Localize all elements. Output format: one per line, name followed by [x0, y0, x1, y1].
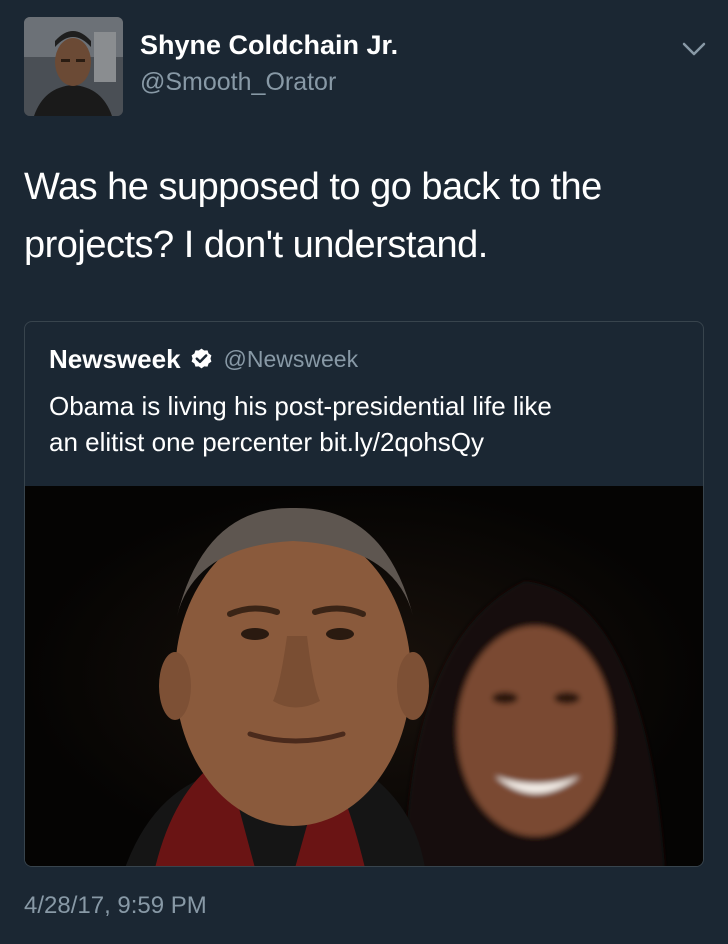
quoted-display-name: Newsweek: [49, 344, 181, 374]
quoted-tweet-text: Obama is living his post-presidential li…: [49, 388, 689, 460]
author-handle[interactable]: @Smooth_Orator: [140, 68, 336, 97]
chevron-down-icon[interactable]: [680, 38, 708, 60]
tweet-text: Was he supposed to go back to the projec…: [24, 158, 684, 274]
quoted-text-line: Obama is living his post-presidential li…: [49, 391, 552, 421]
tweet-text-line: projects? I don't understand.: [24, 224, 488, 266]
verified-badge-icon: [189, 347, 214, 372]
author-avatar[interactable]: [24, 17, 123, 116]
author-display-name[interactable]: Shyne Coldchain Jr.: [140, 30, 398, 61]
tweet-timestamp[interactable]: 4/28/17, 9:59 PM: [24, 892, 207, 920]
quoted-tweet-header: Newsweek @Newsweek: [49, 344, 358, 375]
avatar-photo: [24, 17, 123, 116]
quoted-tweet-card[interactable]: Newsweek @Newsweek Obama is living his p…: [24, 321, 704, 867]
quoted-text-line: an elitist one percenter bit.ly/2qohsQy: [49, 427, 485, 457]
quoted-tweet-photo[interactable]: [25, 486, 703, 866]
quoted-handle: @Newsweek: [223, 346, 359, 372]
tweet-text-line: Was he supposed to go back to the: [24, 166, 602, 208]
